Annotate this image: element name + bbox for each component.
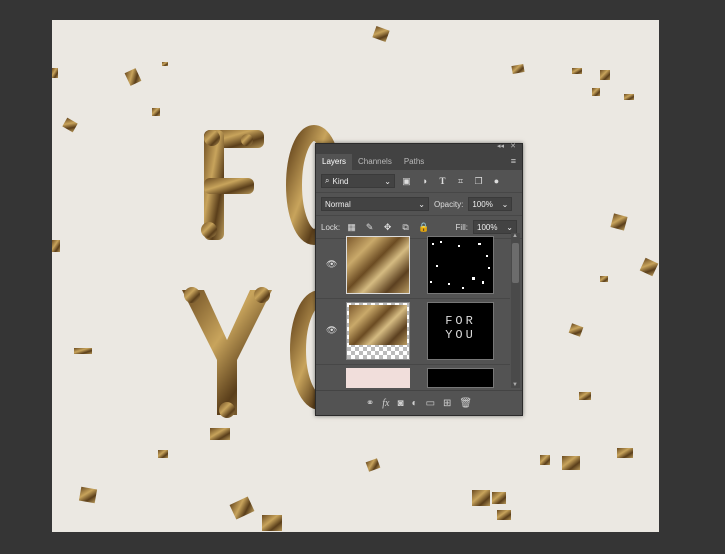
scrollbar-thumb[interactable] [512, 243, 519, 283]
layer-row[interactable] [316, 365, 510, 388]
new-group-icon[interactable]: ▭ [426, 398, 435, 409]
eye-icon[interactable]: 👁 [326, 325, 337, 336]
tab-channels[interactable]: Channels [352, 154, 398, 170]
mask-speckles [430, 241, 490, 289]
collapse-panel-icon[interactable]: ◂◂ [497, 142, 504, 150]
tab-paths[interactable]: Paths [398, 154, 430, 170]
type-filter-icon[interactable]: T [436, 176, 449, 186]
layer-thumbnail[interactable] [346, 236, 410, 294]
link-icon[interactable]: ⚭ [366, 398, 374, 409]
filter-row: ⌕ Kind ⌄ ▣ ◑ T ⌗ ❐ ● [316, 170, 522, 193]
eye-icon[interactable]: 👁 [326, 259, 337, 270]
chevron-down-icon: ⌄ [506, 222, 513, 232]
panel-menu-icon[interactable]: ≡ [511, 156, 516, 166]
layer-mask-thumbnail[interactable] [427, 368, 494, 388]
smart-object-filter-icon[interactable]: ❐ [472, 176, 485, 187]
shape-filter-icon[interactable]: ⌗ [454, 176, 467, 187]
fx-icon[interactable]: fx [382, 398, 389, 409]
panel-bottom-toolbar: ⚭ fx ◙ ◐ ▭ ⊞ 🗑 [316, 390, 522, 415]
fill-label: Fill: [455, 222, 468, 232]
blend-mode-select[interactable]: Normal ⌄ [321, 197, 429, 211]
blend-row: Normal ⌄ Opacity: 100% ⌄ [316, 193, 522, 216]
opacity-value: 100% [472, 199, 493, 209]
layer-row[interactable]: 👁 FOR YOU [316, 299, 510, 365]
layers-list: 👁 👁 FOR YOU [316, 233, 510, 388]
filter-kind-label: Kind [332, 176, 349, 186]
close-panel-icon[interactable]: ✕ [510, 142, 516, 150]
mask-text: FOR YOU [428, 314, 493, 342]
image-filter-icon[interactable]: ▣ [400, 176, 413, 187]
chevron-down-icon: ⌄ [384, 176, 391, 186]
lock-all-icon[interactable]: 🔒 [417, 222, 430, 233]
new-layer-icon[interactable]: ⊞ [443, 398, 451, 409]
opacity-field[interactable]: 100% ⌄ [468, 197, 513, 211]
panel-titlebar[interactable]: ◂◂ ✕ [316, 142, 522, 152]
trash-icon[interactable]: 🗑 [459, 398, 472, 409]
lock-label: Lock: [321, 222, 341, 232]
scroll-up-icon[interactable]: ▲ [512, 233, 518, 239]
scroll-down-icon[interactable]: ▼ [512, 382, 518, 388]
filter-toggle-icon[interactable]: ● [490, 176, 503, 186]
filter-kind-select[interactable]: ⌕ Kind ⌄ [321, 174, 395, 188]
lock-pixels-icon[interactable]: ✎ [363, 222, 376, 233]
adjustment-layer-icon[interactable]: ◐ [412, 398, 418, 409]
lock-artboard-icon[interactable]: ⧉ [399, 222, 412, 233]
layer-row[interactable]: 👁 [316, 233, 510, 299]
opacity-label: Opacity: [434, 199, 464, 209]
layer-thumbnail[interactable] [346, 302, 410, 360]
layer-mask-thumbnail[interactable] [427, 236, 494, 294]
fill-value: 100% [477, 222, 498, 232]
layer-mask-thumbnail[interactable]: FOR YOU [427, 302, 494, 360]
glitter-letter-f [201, 130, 264, 240]
chevron-down-icon: ⌄ [418, 199, 425, 209]
mask-text-line-2: YOU [445, 328, 476, 342]
glitter-letter-y [182, 287, 272, 418]
chevron-down-icon: ⌄ [501, 199, 509, 209]
fill-field[interactable]: 100% ⌄ [473, 220, 517, 234]
lock-transparency-icon[interactable]: ▦ [345, 222, 358, 233]
layer-thumbnail[interactable] [346, 368, 410, 388]
mask-icon[interactable]: ◙ [397, 398, 403, 409]
panel-tabs: Layers Channels Paths ≡ [316, 152, 522, 170]
lock-position-icon[interactable]: ✥ [381, 222, 394, 233]
blend-mode-value: Normal [325, 199, 351, 209]
tab-layers[interactable]: Layers [316, 154, 353, 170]
search-icon: ⌕ [325, 176, 330, 185]
mask-text-line-1: FOR [445, 314, 476, 328]
layers-scrollbar[interactable]: ▲ ▼ [511, 233, 520, 388]
adjustment-filter-icon[interactable]: ◑ [418, 176, 431, 186]
layers-panel: ◂◂ ✕ Layers Channels Paths ≡ ⌕ Kind ⌄ ▣ … [315, 143, 523, 416]
